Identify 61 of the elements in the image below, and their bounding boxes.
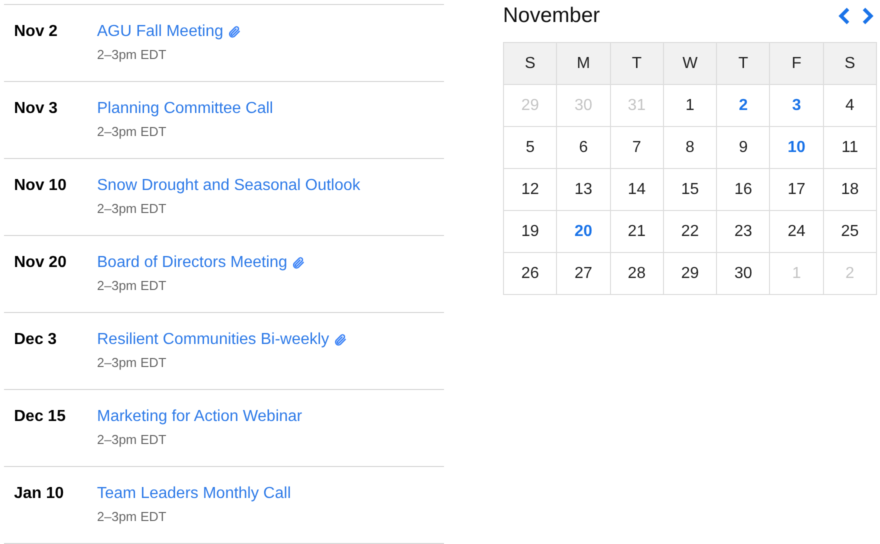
next-month-icon[interactable] (862, 7, 874, 25)
event-time: 2–3pm EDT (97, 355, 168, 371)
calendar-day[interactable]: 9 (717, 127, 770, 169)
weekday-header: S (504, 43, 558, 85)
calendar-day[interactable]: 8 (664, 127, 718, 169)
calendar-day[interactable]: 22 (664, 211, 718, 253)
event-time: 2–3pm EDT (97, 124, 168, 140)
calendar-day[interactable]: 13 (557, 169, 611, 211)
calendar-day[interactable]: 29 (664, 253, 718, 295)
weekday-header: T (717, 43, 770, 85)
calendar-day[interactable]: 23 (717, 211, 770, 253)
calendar-day[interactable]: 30 (717, 253, 770, 295)
calendar-day[interactable]: 14 (610, 169, 664, 211)
event-time: 2–3pm EDT (97, 432, 168, 448)
weekday-header: S (824, 43, 877, 85)
calendar-day[interactable]: 5 (504, 127, 558, 169)
calendar-day[interactable]: 28 (610, 253, 664, 295)
calendar-day[interactable]: 6 (557, 127, 611, 169)
event-title-link[interactable]: Board of Directors Meeting (97, 252, 288, 274)
event-date: Nov 20 (13, 253, 68, 273)
event-time: 2–3pm EDT (97, 47, 168, 63)
calendar-day[interactable]: 4 (824, 85, 877, 127)
weekday-header: W (664, 43, 718, 85)
weekday-header: M (557, 43, 611, 85)
event-date: Jan 10 (13, 484, 65, 504)
event-title-link[interactable]: Marketing for Action Webinar (97, 406, 302, 428)
calendar-day[interactable]: 26 (504, 253, 558, 295)
calendar-day[interactable]: 7 (610, 127, 664, 169)
calendar-day[interactable]: 1 (664, 85, 718, 127)
calendar-day[interactable]: 18 (824, 169, 877, 211)
weekday-header: F (770, 43, 824, 85)
calendar-day[interactable]: 3 (770, 85, 824, 127)
calendar-day[interactable]: 19 (504, 211, 558, 253)
calendar-day[interactable]: 2 (717, 85, 770, 127)
calendar-day[interactable]: 25 (824, 211, 877, 253)
calendar-day[interactable]: 24 (770, 211, 824, 253)
event-date: Dec 3 (13, 330, 58, 350)
event-title-link[interactable]: Planning Committee Call (97, 98, 274, 120)
calendar-day[interactable]: 11 (824, 127, 877, 169)
calendar-day[interactable]: 16 (717, 169, 770, 211)
calendar-day[interactable]: 20 (557, 211, 611, 253)
calendar-day[interactable]: 15 (664, 169, 718, 211)
calendar-day[interactable]: 12 (504, 169, 558, 211)
event-time: 2–3pm EDT (97, 278, 168, 294)
event-time: 2–3pm EDT (97, 201, 168, 217)
calendar-day[interactable]: 10 (770, 127, 824, 169)
event-date: Nov 10 (13, 176, 68, 196)
calendar-day[interactable]: 17 (770, 169, 824, 211)
event-title-link[interactable]: Resilient Communities Bi-weekly (97, 329, 330, 351)
weekday-header: T (610, 43, 664, 85)
event-title-link[interactable]: Team Leaders Monthly Call (97, 483, 291, 505)
previous-month-icon[interactable] (838, 7, 850, 25)
event-date: Nov 3 (13, 99, 59, 119)
calendar-day[interactable]: 27 (557, 253, 611, 295)
event-time: 2–3pm EDT (97, 509, 168, 525)
event-date: Nov 2 (13, 22, 59, 42)
month-title: November (503, 3, 600, 30)
calendar-day[interactable]: 21 (610, 211, 664, 253)
event-date: Dec 15 (13, 407, 67, 427)
event-title-link[interactable]: AGU Fall Meeting (97, 21, 224, 43)
event-title-link[interactable]: Snow Drought and Seasonal Outlook (97, 175, 360, 197)
